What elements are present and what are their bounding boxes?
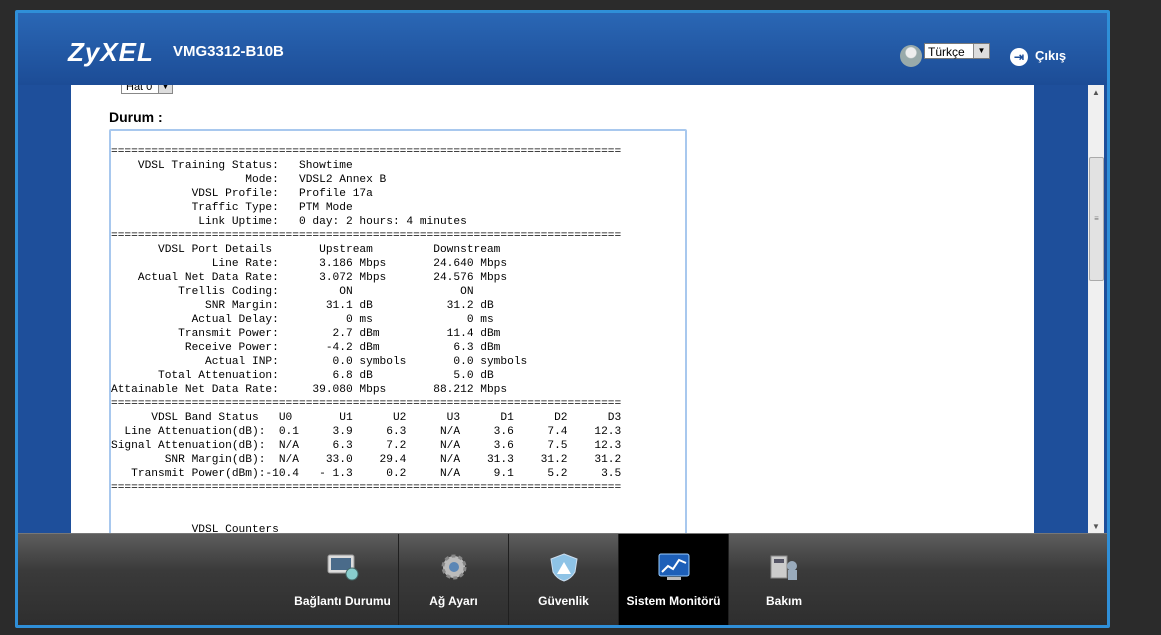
chevron-down-icon[interactable]: ▼: [973, 44, 989, 58]
bottom-navbar: Bağlantı Durumu Ağ Ayarı Güvenlik Sistem…: [18, 533, 1107, 625]
user-icon: [900, 45, 922, 67]
connection-status-icon: [327, 554, 358, 581]
model-name: VMG3312-B10B: [173, 43, 284, 60]
scroll-up-arrow-icon[interactable]: ▲: [1088, 85, 1104, 101]
nav-label: Güvenlik: [538, 594, 589, 608]
nav-network-settings[interactable]: Ağ Ayarı: [399, 534, 509, 625]
nav-label: Ağ Ayarı: [429, 594, 478, 608]
language-select[interactable]: Türkçe ▼: [924, 43, 990, 59]
header-bar: ZyXEL VMG3312-B10B Türkçe ▼ ⇥ Çıkış: [18, 13, 1107, 85]
router-window: ZyXEL VMG3312-B10B Türkçe ▼ ⇥ Çıkış Hat …: [15, 10, 1110, 628]
logout-icon[interactable]: ⇥: [1010, 48, 1028, 66]
line-select-value: Hat 0: [126, 85, 153, 93]
nav-label: Sistem Monitörü: [626, 594, 721, 608]
page-scrollbar[interactable]: ▲ ≡ ▼: [1088, 85, 1104, 535]
main-content: Hat 0 ▼ Durum : ========================…: [71, 85, 1034, 535]
nav-connection-status[interactable]: Bağlantı Durumu: [287, 534, 399, 625]
brand-logo: ZyXEL: [68, 37, 154, 67]
logout-button[interactable]: Çıkış: [1035, 48, 1066, 63]
maintenance-icon: [770, 555, 797, 580]
status-label: Durum :: [109, 109, 163, 125]
status-text: ========================================…: [111, 146, 622, 535]
scroll-thumb[interactable]: ≡: [1089, 157, 1104, 281]
language-value: Türkçe: [928, 45, 965, 59]
line-select[interactable]: Hat 0 ▼: [121, 85, 173, 94]
nav-label: Bakım: [765, 594, 803, 608]
gear-icon: [441, 554, 466, 580]
nav-label: Bağlantı Durumu: [294, 594, 391, 608]
nav-system-monitor[interactable]: Sistem Monitörü: [619, 534, 729, 625]
monitor-chart-icon: [658, 553, 689, 580]
shield-icon: [549, 553, 578, 582]
nav-security[interactable]: Güvenlik: [509, 534, 619, 625]
chevron-down-icon[interactable]: ▼: [158, 85, 172, 93]
nav-maintenance[interactable]: Bakım: [729, 534, 839, 625]
status-textarea[interactable]: ========================================…: [109, 129, 687, 535]
